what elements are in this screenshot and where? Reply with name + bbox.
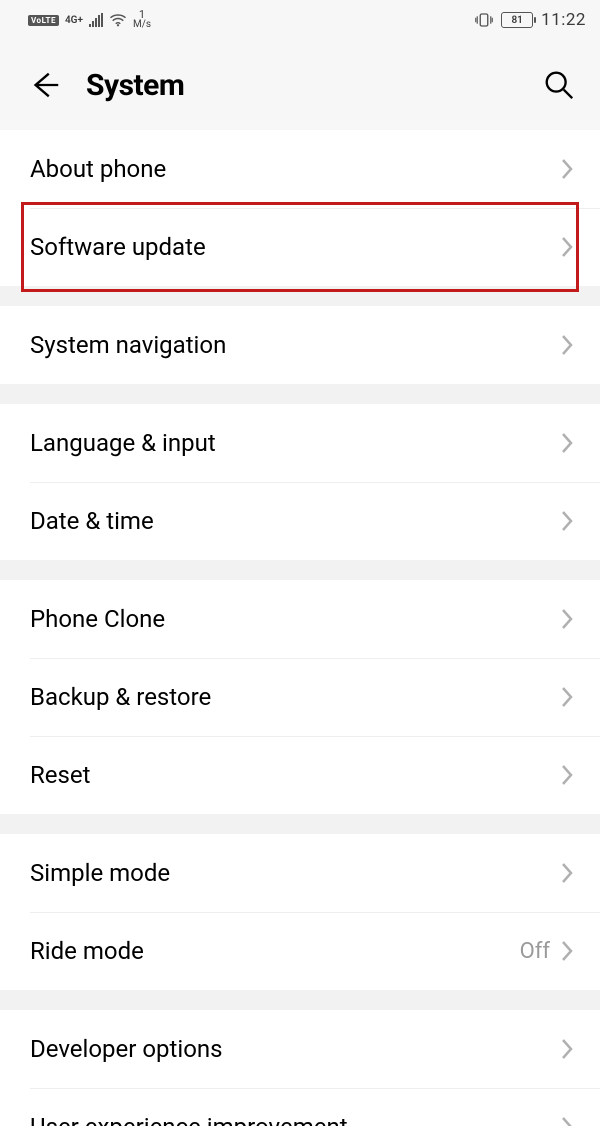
row-label: Ride mode <box>30 937 144 965</box>
chevron-right-icon <box>560 1038 574 1060</box>
speed-unit: M/s <box>133 20 151 30</box>
row-software-update[interactable]: Software update <box>0 208 600 286</box>
settings-group: Simple mode Ride mode Off <box>0 834 600 990</box>
row-label: Language & input <box>30 429 216 457</box>
row-label: System navigation <box>30 331 226 359</box>
row-phone-clone[interactable]: Phone Clone <box>0 580 600 658</box>
wifi-icon <box>109 13 127 27</box>
group-gap <box>0 384 600 404</box>
group-gap <box>0 990 600 1010</box>
vibrate-icon <box>475 12 493 28</box>
chevron-right-icon <box>560 334 574 356</box>
row-about-phone[interactable]: About phone <box>0 130 600 208</box>
network-speed: 1 M/s <box>133 10 151 30</box>
group-gap <box>0 814 600 834</box>
row-label: About phone <box>30 155 166 183</box>
volte-badge: VoLTE <box>28 15 59 26</box>
row-simple-mode[interactable]: Simple mode <box>0 834 600 912</box>
settings-group: System navigation <box>0 306 600 384</box>
row-developer-options[interactable]: Developer options <box>0 1010 600 1088</box>
row-date-time[interactable]: Date & time <box>0 482 600 560</box>
chevron-right-icon <box>560 1116 574 1126</box>
chevron-right-icon <box>560 510 574 532</box>
app-bar: System <box>0 40 600 130</box>
chevron-right-icon <box>560 608 574 630</box>
back-icon[interactable] <box>28 68 62 102</box>
settings-group: Language & input Date & time <box>0 404 600 560</box>
row-label: Date & time <box>30 507 154 535</box>
row-reset[interactable]: Reset <box>0 736 600 814</box>
chevron-right-icon <box>560 432 574 454</box>
settings-group: Phone Clone Backup & restore Reset <box>0 580 600 814</box>
settings-group: Developer options User experience improv… <box>0 1010 600 1126</box>
row-system-navigation[interactable]: System navigation <box>0 306 600 384</box>
row-user-experience[interactable]: User experience improvement <box>0 1088 600 1126</box>
row-label: Reset <box>30 761 90 789</box>
row-label: User experience improvement <box>30 1113 348 1126</box>
network-type: 4G+ <box>65 16 83 25</box>
settings-group: About phone Software update <box>0 130 600 286</box>
battery-level: 81 <box>511 15 522 26</box>
row-label: Phone Clone <box>30 605 165 633</box>
row-label: Backup & restore <box>30 683 211 711</box>
chevron-right-icon <box>560 158 574 180</box>
battery-icon: 81 <box>501 12 533 28</box>
group-gap <box>0 560 600 580</box>
chevron-right-icon <box>560 686 574 708</box>
row-value: Off <box>520 939 550 964</box>
chevron-right-icon <box>560 236 574 258</box>
status-bar: VoLTE 4G+ 1 M/s 81 11 <box>0 0 600 40</box>
row-backup-restore[interactable]: Backup & restore <box>0 658 600 736</box>
group-gap <box>0 286 600 306</box>
search-icon[interactable] <box>542 68 576 102</box>
page-title: System <box>86 68 184 103</box>
row-language-input[interactable]: Language & input <box>0 404 600 482</box>
chevron-right-icon <box>560 764 574 786</box>
row-label: Software update <box>30 233 206 261</box>
signal-icon <box>89 13 103 27</box>
row-ride-mode[interactable]: Ride mode Off <box>0 912 600 990</box>
row-label: Developer options <box>30 1035 223 1063</box>
clock: 11:22 <box>541 10 586 30</box>
chevron-right-icon <box>560 940 574 962</box>
chevron-right-icon <box>560 862 574 884</box>
row-label: Simple mode <box>30 859 170 887</box>
